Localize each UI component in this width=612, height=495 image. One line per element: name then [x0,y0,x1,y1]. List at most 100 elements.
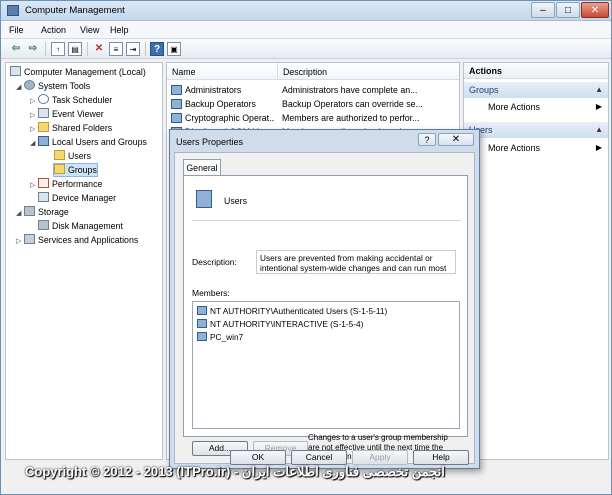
divider [192,220,461,221]
services-icon [24,234,35,244]
dialog-body: General Users Description: Users are pre… [174,152,475,464]
collapse-arrow-icon[interactable]: ◢ [16,82,24,94]
properties-icon[interactable]: ≡ [109,42,123,56]
expand-arrow-icon[interactable]: ▷ [30,110,38,122]
tree-item-system-tools[interactable]: ◢ System Tools [16,80,90,92]
computer-management-icon [7,5,19,16]
up-folder-icon[interactable]: ↑ [51,42,65,56]
users-icon [38,136,49,146]
list-item[interactable]: Cryptographic Operat... Members are autho… [167,111,459,125]
toolbar: ⇦ ⇨ ↑ ▤ ✕ ≡ ⇥ ? ▣ [1,39,611,59]
title-bar[interactable]: Computer Management – □ ✕ [1,1,611,21]
storage-icon [24,206,35,216]
expand-arrow-icon[interactable]: ▷ [16,236,24,248]
tree-item-computer-management[interactable]: Computer Management (Local) [10,66,146,78]
more-actions-users[interactable]: More Actions ▶ [464,141,608,155]
member-item[interactable]: PC_win7 [197,331,243,343]
list-item[interactable]: Administrators Administrators have comple… [167,83,459,97]
user-icon [197,332,207,341]
disk-icon [38,220,49,230]
back-icon[interactable]: ⇦ [9,42,23,56]
performance-icon [38,178,49,188]
tree-item-disk-management[interactable]: Disk Management [38,220,123,232]
maximize-button[interactable]: □ [556,2,580,18]
computer-icon [10,66,21,76]
tree-item-users[interactable]: Users [54,150,91,162]
close-button[interactable]: ✕ [581,2,609,18]
device-icon [38,192,49,202]
cancel-button[interactable]: Cancel [291,450,347,465]
member-item[interactable]: NT AUTHORITY\Authenticated Users (S-1-5-… [197,305,387,317]
ok-button[interactable]: OK [230,450,286,465]
minimize-button[interactable]: – [531,2,555,18]
collapse-arrow-icon[interactable]: ◢ [16,208,24,220]
expand-arrow-icon[interactable]: ▷ [30,180,38,192]
list-item[interactable]: Backup Operators Backup Operators can ove… [167,97,459,111]
list-header: Name Description [167,63,459,80]
menu-view[interactable]: View [80,25,99,35]
actions-section-users[interactable]: Users ▲ [464,122,608,138]
export-list-icon[interactable]: ⇥ [126,42,140,56]
toolbar-separator [87,42,88,56]
tree-item-groups[interactable]: Groups [53,163,98,177]
toolbar-separator [45,42,46,56]
show-hide-tree-icon[interactable]: ▤ [68,42,82,56]
tree-item-event-viewer[interactable]: ▷ Event Viewer [30,108,104,120]
general-tab-panel: Users Description: Users are prevented f… [183,175,468,437]
clock-icon [38,94,49,104]
actions-section-groups[interactable]: Groups ▲ [464,82,608,98]
submenu-arrow-icon: ▶ [595,102,602,111]
tree-item-storage[interactable]: ◢ Storage [16,206,69,218]
group-icon [196,190,212,208]
menu-file[interactable]: File [9,25,24,35]
expand-arrow-icon[interactable]: ▷ [30,124,38,136]
copyright-watermark: Copyright © 2012 - 2013 (ITPro.ir) - انج… [25,464,445,479]
folder-icon [54,150,65,160]
expand-arrow-icon[interactable]: ▷ [30,96,38,108]
group-name: Users [224,196,247,206]
tree-item-performance[interactable]: ▷ Performance [30,178,102,190]
help-icon[interactable]: ? [150,42,164,56]
apply-button[interactable]: Apply [352,450,408,465]
tree-item-task-scheduler[interactable]: ▷ Task Scheduler [30,94,112,106]
column-divider[interactable] [277,63,278,80]
user-group-icon [197,306,207,315]
collapse-section-icon[interactable]: ▲ [595,122,603,138]
group-icon [171,113,182,123]
help-button[interactable]: Help [413,450,469,465]
user-group-icon [197,319,207,328]
group-icon [171,99,182,109]
tree-item-services-and-applications[interactable]: ▷ Services and Applications [16,234,138,246]
description-label: Description: [192,257,237,267]
show-action-pane-icon[interactable]: ▣ [167,42,181,56]
more-actions-groups[interactable]: More Actions ▶ [464,100,608,114]
computer-management-window: Computer Management – □ ✕ File Action Vi… [0,0,612,495]
column-header-description[interactable]: Description [283,67,327,77]
window-title: Computer Management [25,5,125,16]
description-field[interactable]: Users are prevented from making accident… [256,250,456,274]
member-item[interactable]: NT AUTHORITY\INTERACTIVE (S-1-5-4) [197,318,363,330]
collapse-section-icon[interactable]: ▲ [595,82,603,98]
console-tree: Computer Management (Local) ◢ System Tool… [5,62,163,460]
dialog-title: Users Properties [176,137,244,147]
tools-icon [24,80,35,90]
menu-action[interactable]: Action [41,25,66,35]
tree-item-device-manager[interactable]: Device Manager [38,192,116,204]
actions-pane: Actions Groups ▲ More Actions ▶ Users ▲ Mor… [463,62,609,460]
tree-item-local-users-and-groups[interactable]: ◢ Local Users and Groups [30,136,147,148]
menu-help[interactable]: Help [110,25,129,35]
dialog-close-button[interactable]: ✕ [438,133,474,146]
tab-general[interactable]: General [183,159,221,176]
submenu-arrow-icon: ▶ [595,143,602,152]
folder-icon [38,122,49,132]
collapse-arrow-icon[interactable]: ◢ [30,138,38,150]
delete-icon[interactable]: ✕ [92,42,106,56]
group-icon [171,85,182,95]
forward-icon[interactable]: ⇨ [26,42,40,56]
members-list[interactable]: NT AUTHORITY\Authenticated Users (S-1-5-… [192,301,460,429]
tree-item-shared-folders[interactable]: ▷ Shared Folders [30,122,112,134]
column-header-name[interactable]: Name [172,67,195,77]
dialog-help-button[interactable]: ? [418,133,436,146]
members-label: Members: [192,288,230,298]
folder-icon [54,164,65,174]
